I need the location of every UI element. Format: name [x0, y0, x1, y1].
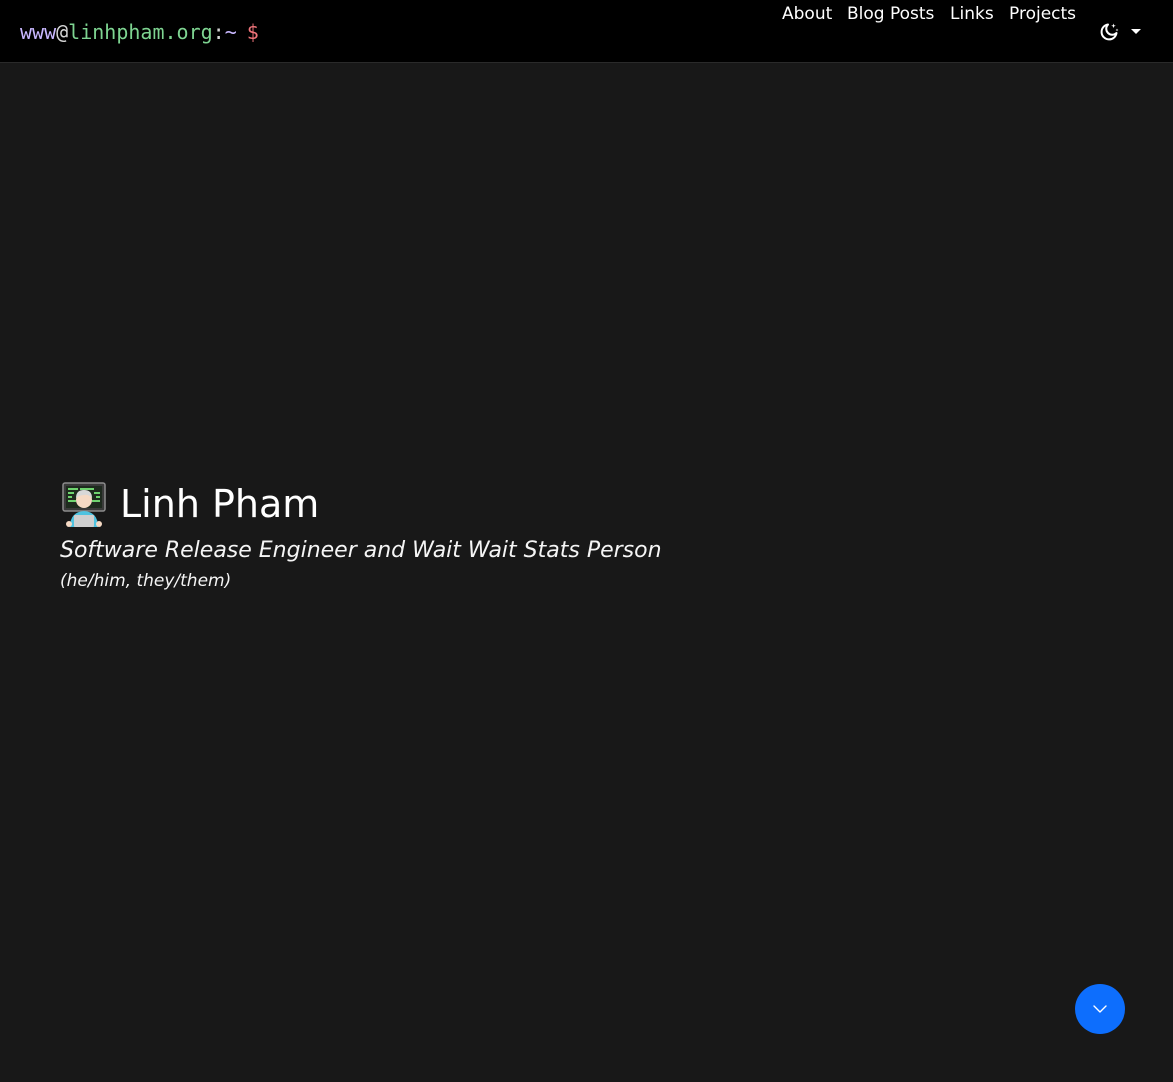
brand-tilde: ~: [224, 20, 237, 44]
brand-host: linhpham.org: [68, 20, 213, 44]
scroll-down-button[interactable]: [1075, 984, 1125, 1034]
hero-pronouns: (he/him, they/them): [60, 571, 232, 591]
nav-link-links[interactable]: Links: [950, 0, 994, 28]
brand-prompt: $: [246, 20, 259, 44]
brand-at: @: [56, 20, 69, 44]
hero-section: Linh Pham Software Release Engineer and …: [60, 478, 860, 594]
theme-toggle-dropdown[interactable]: [1098, 19, 1144, 45]
nav-link-about[interactable]: About: [782, 0, 832, 28]
hero-title: Linh Pham: [60, 478, 860, 530]
nav-link-projects[interactable]: Projects: [1009, 0, 1076, 28]
hero-name: Linh Pham: [120, 482, 320, 526]
caret-down-icon: [1131, 29, 1141, 34]
brand-user: www: [20, 20, 57, 44]
hero-subtitle: Software Release Engineer and Wait Wait …: [60, 538, 662, 563]
top-navbar: www@linhpham.org:~ $ About Blog Posts Lin…: [0, 0, 1173, 63]
technologist-emoji: [62, 482, 106, 527]
site-brand-link[interactable]: www@linhpham.org:~ $: [20, 18, 259, 46]
nav-link-blog-posts[interactable]: Blog Posts: [847, 0, 934, 28]
moon-stars-icon: [1100, 23, 1119, 41]
chevron-down-icon: [1093, 1005, 1107, 1013]
brand-colon: :: [212, 20, 225, 44]
